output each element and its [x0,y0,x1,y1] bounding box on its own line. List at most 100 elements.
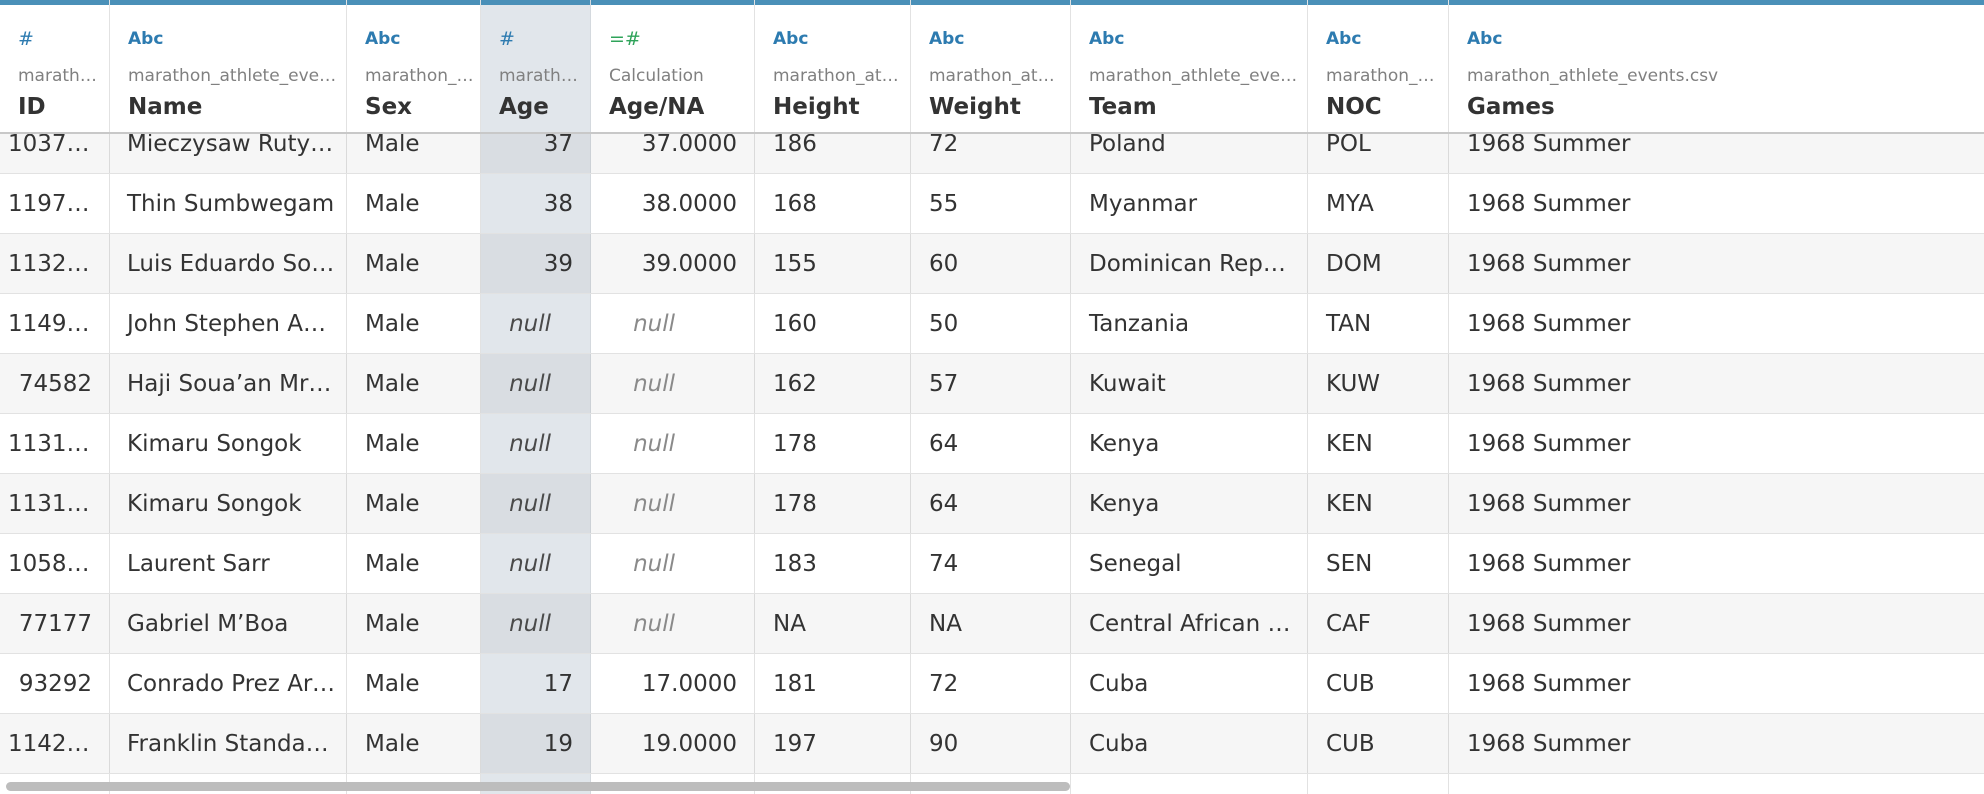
column-field-name[interactable]: Age/NA [609,93,749,121]
cell-age[interactable]: null [481,594,591,654]
string-type-icon[interactable]: Abc [1326,29,1361,49]
number-type-icon[interactable]: # [499,29,515,49]
cell-age[interactable]: 17 [481,654,591,714]
cell-team[interactable]: Kenya [1071,474,1308,534]
column-field-name[interactable]: NOC [1326,93,1443,121]
cell-age_na[interactable]: null [591,594,755,654]
cell-weight[interactable]: 64 [911,474,1071,534]
cell-sex[interactable]: Male [347,594,481,654]
column-header-height[interactable]: Abc marathon_athlete_events.csv Height [755,5,911,133]
column-header-noc[interactable]: Abc marathon_athlete_events.csv NOC [1308,5,1449,133]
cell-team[interactable]: Kuwait [1071,354,1308,414]
cell-age[interactable]: 38 [481,174,591,234]
cell-height[interactable]: 160 [755,294,911,354]
cell-noc[interactable]: KUW [1308,354,1449,414]
cell-age[interactable]: null [481,294,591,354]
cell-weight[interactable]: 64 [911,414,1071,474]
cell-age_na[interactable]: null [591,414,755,474]
cell-age_na[interactable]: 19.0000 [591,714,755,774]
column-field-name[interactable]: Team [1089,93,1302,121]
cell-id[interactable]: 113167 [0,474,110,534]
cell-height[interactable]: 186 [755,134,911,174]
cell-age_na[interactable]: null [591,354,755,414]
cell-id[interactable]: 114978 [0,294,110,354]
cell-games[interactable]: 1968 Summer [1449,654,1984,714]
column-header-age_na[interactable]: =# Calculation Age/NA [591,5,755,133]
cell-sex[interactable]: Male [347,174,481,234]
cell-age[interactable]: null [481,534,591,594]
cell-name[interactable]: Kimaru Songok [110,474,347,534]
cell-name[interactable]: Conrado Prez Armenteros [110,654,347,714]
cell-weight[interactable]: NA [911,594,1071,654]
table-row[interactable]: 74582Haji Soua’an Mraljeb Al-HajiMalenul… [0,354,1984,414]
cell-noc[interactable]: CAF [1308,594,1449,654]
cell-team[interactable]: Tanzania [1071,294,1308,354]
cell-height[interactable]: 181 [755,654,911,714]
table-row[interactable]: 113167 Kimaru Songok Male null null 178 64 Keny… [0,474,1984,534]
cell-team[interactable]: Kenya [1071,414,1308,474]
cell-games[interactable]: 1968 Summer [1449,534,1984,594]
cell-height[interactable]: 155 [755,234,911,294]
cell-age_na[interactable]: null [591,534,755,594]
cell-name[interactable]: Laurent Sarr [110,534,347,594]
cell-weight[interactable]: 72 [911,134,1071,174]
column-header-games[interactable]: Abc marathon_athlete_events.csv Games [1449,5,1984,133]
table-row[interactable]: 119707 Thin Sumbwegam Male 38 38.0000 168 55 My… [0,174,1984,234]
cell-age[interactable]: null [481,354,591,414]
cell-id[interactable]: 74582 [0,354,110,414]
column-header-sex[interactable]: Abc marathon_athlete_events.csv Sex [347,5,481,133]
cell-id[interactable]: 93292 [0,654,110,714]
cell-name[interactable]: Haji Soua’an Mraljeb Al-Haji [110,354,347,414]
cell-height[interactable]: 183 [755,534,911,594]
cell-name[interactable]: Gabriel M’Boa [110,594,347,654]
cell-sex[interactable]: Male [347,134,481,174]
table-row[interactable]: 77177 Gabriel M’Boa Male null null NA NA Centra… [0,594,1984,654]
table-row[interactable]: 114288Franklin Standard JohnsonMale1919.… [0,714,1984,774]
column-field-name[interactable]: Age [499,93,585,121]
cell-team[interactable]: Cuba [1071,654,1308,714]
cell-weight[interactable]: 60 [911,234,1071,294]
string-type-icon[interactable]: Abc [128,29,163,49]
table-row[interactable]: 113167 Kimaru Songok Male null null 178 64 Keny… [0,414,1984,474]
cell-age[interactable]: null [481,414,591,474]
cell-height[interactable]: 178 [755,474,911,534]
cell-noc[interactable]: TAN [1308,294,1449,354]
cell-games[interactable]: 1968 Summer [1449,234,1984,294]
cell-height[interactable]: 162 [755,354,911,414]
table-row[interactable]: 105844 Laurent Sarr Male null null 183 74 Seneg… [0,534,1984,594]
cell-age_na[interactable]: null [591,294,755,354]
calculation-type-icon[interactable]: =# [609,29,641,49]
cell-noc[interactable]: KEN [1308,414,1449,474]
cell-team[interactable]: Cuba [1071,714,1308,774]
cell-sex[interactable]: Male [347,714,481,774]
string-type-icon[interactable]: Abc [773,29,808,49]
cell-name[interactable]: John Stephen Akhwari [110,294,347,354]
string-type-icon[interactable]: Abc [929,29,964,49]
cell-noc[interactable]: CUB [1308,654,1449,714]
cell-height[interactable]: 197 [755,714,911,774]
cell-id[interactable]: 105844 [0,534,110,594]
cell-id[interactable]: 77177 [0,594,110,654]
cell-games[interactable]: 1968 Summer [1449,594,1984,654]
cell-games[interactable]: 1968 Summer [1449,414,1984,474]
cell-weight[interactable]: 50 [911,294,1071,354]
cell-name[interactable]: Franklin Standard Johnson [110,714,347,774]
column-field-name[interactable]: Sex [365,93,475,121]
cell-noc[interactable]: CUB [1308,714,1449,774]
column-header-weight[interactable]: Abc marathon_athlete_events.csv Weight [911,5,1071,133]
cell-team[interactable]: Myanmar [1071,174,1308,234]
cell-sex[interactable]: Male [347,234,481,294]
cell-age_na[interactable]: 17.0000 [591,654,755,714]
cell-name[interactable]: Thin Sumbwegam [110,174,347,234]
cell-noc[interactable]: DOM [1308,234,1449,294]
cell-name[interactable]: Mieczysaw Rutyna [110,134,347,174]
cell-age[interactable]: 39 [481,234,591,294]
cell-team[interactable]: Central African Republic [1071,594,1308,654]
column-field-name[interactable]: Name [128,93,341,121]
column-field-name[interactable]: Weight [929,93,1065,121]
column-header-name[interactable]: Abc marathon_athlete_events.csv Name [110,5,347,133]
cell-id[interactable]: 119707 [0,174,110,234]
column-field-name[interactable]: Games [1467,93,1984,121]
cell-id[interactable]: 103713 [0,134,110,174]
cell-noc[interactable]: POL [1308,134,1449,174]
